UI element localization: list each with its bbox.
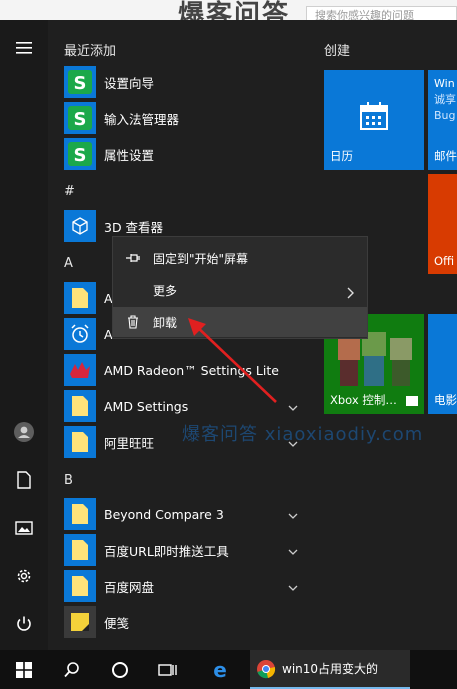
tile-label: 邮件 bbox=[434, 149, 457, 163]
xbox-badge-icon bbox=[406, 396, 418, 406]
site-search-input[interactable]: 搜索你感兴趣的问题 bbox=[306, 6, 457, 20]
chevron-down-icon[interactable] bbox=[288, 578, 298, 597]
app-name: 百度URL即时推送工具 bbox=[104, 543, 229, 559]
app-name: 设置向导 bbox=[104, 75, 155, 91]
pin-icon bbox=[113, 252, 153, 264]
tile-label: Offi bbox=[434, 254, 455, 268]
taskbar: e win10占用变大的 bbox=[0, 650, 457, 689]
app-name: AMD Settings bbox=[104, 398, 189, 414]
site-logo: 爆客问答 bbox=[178, 0, 291, 20]
app-name: 阿里旺旺 bbox=[104, 435, 155, 451]
annotation-arrow-icon bbox=[188, 318, 277, 403]
hamburger-icon[interactable] bbox=[0, 28, 48, 68]
svg-text:S: S bbox=[74, 145, 87, 166]
folder-icon bbox=[64, 426, 96, 458]
app-item-sticky-notes[interactable]: 便笺 bbox=[64, 606, 312, 638]
folder-icon bbox=[64, 498, 96, 530]
folder-icon bbox=[64, 282, 96, 314]
chevron-down-icon[interactable] bbox=[288, 542, 298, 561]
app-name: 输入法管理器 bbox=[104, 111, 180, 127]
task-view-icon[interactable] bbox=[144, 650, 192, 689]
svg-text:S: S bbox=[74, 73, 87, 94]
tile-win-text: Win bbox=[434, 77, 455, 90]
taskbar-chrome-window[interactable]: win10占用变大的 bbox=[250, 650, 410, 689]
calendar-icon bbox=[360, 102, 388, 130]
app-name: 便笺 bbox=[104, 615, 130, 631]
watermark: 爆客问答 xiaoxiaodiy.com bbox=[182, 424, 424, 445]
context-item-label: 更多 bbox=[153, 283, 178, 298]
user-avatar-icon[interactable] bbox=[0, 412, 48, 452]
app-name: 百度网盘 bbox=[104, 579, 155, 595]
trash-icon bbox=[113, 315, 153, 329]
tile-win-subtext-2: Bug bbox=[434, 109, 456, 122]
settings-gear-icon[interactable] bbox=[0, 556, 48, 596]
app-item-beyond-compare[interactable]: Beyond Compare 3 bbox=[64, 498, 312, 530]
chevron-down-icon[interactable] bbox=[288, 506, 298, 525]
folder-icon bbox=[64, 534, 96, 566]
sogou-icon: S bbox=[64, 66, 96, 98]
tile-win-subtext: 诚享 bbox=[434, 93, 456, 106]
alarm-clock-icon bbox=[64, 318, 96, 350]
tile-label: 日历 bbox=[330, 149, 353, 163]
tile-label: Xbox 控制… bbox=[330, 393, 397, 407]
pictures-icon[interactable] bbox=[0, 508, 48, 548]
tile-calendar[interactable]: 日历 bbox=[324, 70, 424, 170]
app-item-baidu-url[interactable]: 百度URL即时推送工具 bbox=[64, 534, 312, 566]
app-name: 3D 查看器 bbox=[104, 219, 164, 235]
tile-mail[interactable]: Win 诚享 Bug 邮件 bbox=[428, 70, 457, 170]
chrome-icon bbox=[257, 659, 276, 678]
chevron-down-icon[interactable] bbox=[288, 398, 298, 417]
cortana-icon[interactable] bbox=[96, 650, 144, 689]
start-left-rail bbox=[0, 20, 48, 650]
tile-label: 电影 bbox=[434, 393, 457, 407]
section-letter-a[interactable]: A bbox=[64, 256, 73, 271]
context-item-pin-to-start[interactable]: 固定到"开始"屏幕 bbox=[113, 243, 367, 273]
app-name: Beyond Compare 3 bbox=[104, 506, 224, 522]
app-item-properties[interactable]: S 属性设置 bbox=[64, 138, 312, 170]
tile-movies[interactable]: 电影 bbox=[428, 314, 457, 414]
context-item-label: 卸载 bbox=[153, 315, 178, 330]
context-item-more[interactable]: 更多 bbox=[113, 275, 367, 305]
app-item-baidu-netdisk[interactable]: 百度网盘 bbox=[64, 570, 312, 602]
section-letter-hash[interactable]: # bbox=[64, 184, 75, 199]
taskbar-window-title: win10占用变大的 bbox=[282, 662, 379, 676]
section-letter-b[interactable]: B bbox=[64, 473, 73, 488]
tile-office[interactable]: Offi bbox=[428, 174, 457, 274]
tile-group-title: 创建 bbox=[324, 44, 351, 59]
context-item-label: 固定到"开始"屏幕 bbox=[153, 251, 249, 266]
folder-icon bbox=[64, 390, 96, 422]
website-header: 爆客问答 搜索你感兴趣的问题 bbox=[0, 0, 457, 20]
edge-browser-icon[interactable]: e bbox=[196, 650, 244, 689]
sogou-icon: S bbox=[64, 102, 96, 134]
app-item-ime-manager[interactable]: S 输入法管理器 bbox=[64, 102, 312, 134]
folder-icon bbox=[64, 570, 96, 602]
3d-cube-icon bbox=[64, 210, 96, 242]
svg-text:S: S bbox=[74, 109, 87, 130]
power-icon[interactable] bbox=[0, 604, 48, 644]
windows-start-icon[interactable] bbox=[0, 650, 48, 689]
amd-radeon-icon bbox=[64, 354, 96, 386]
sticky-note-icon bbox=[64, 606, 96, 638]
chevron-right-icon bbox=[347, 284, 355, 303]
recent-header: 最近添加 bbox=[64, 44, 117, 59]
documents-icon[interactable] bbox=[0, 460, 48, 500]
app-name: 属性设置 bbox=[104, 147, 155, 163]
app-item-setup-wizard[interactable]: S 设置向导 bbox=[64, 66, 312, 98]
search-icon[interactable] bbox=[48, 650, 96, 689]
svg-text:e: e bbox=[213, 660, 227, 680]
sogou-icon: S bbox=[64, 138, 96, 170]
